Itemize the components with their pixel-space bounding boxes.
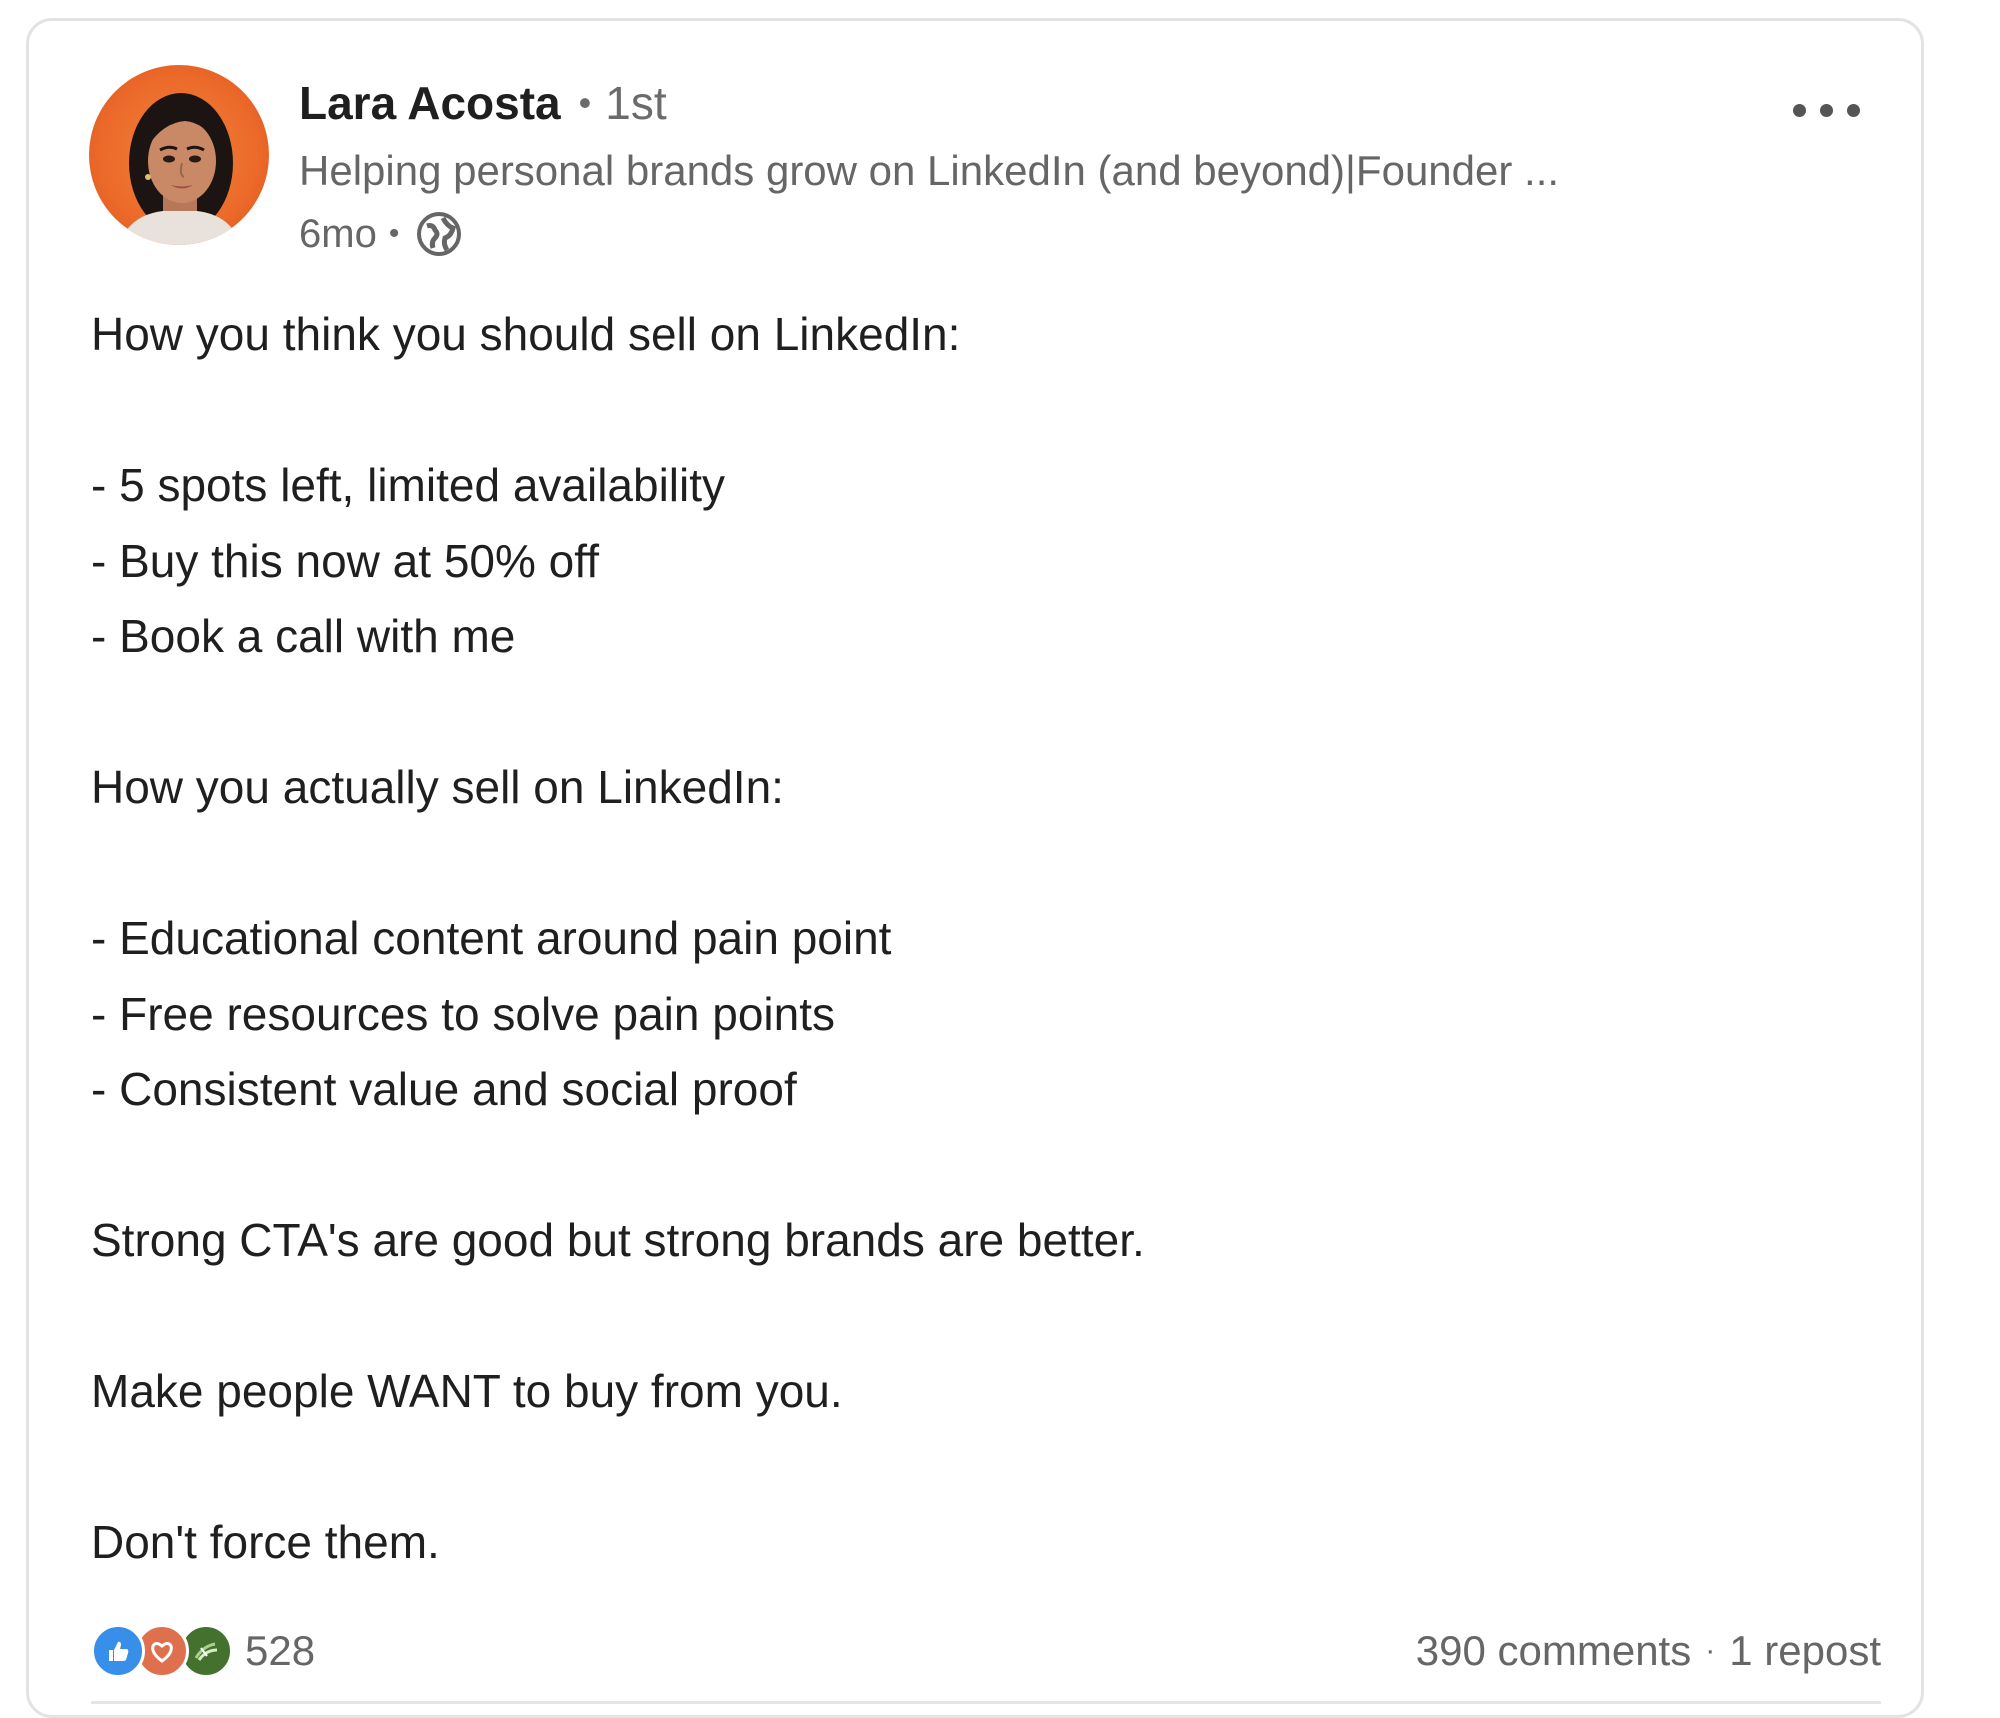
post-line: - Free resources to solve pain points <box>91 987 836 1040</box>
author-avatar[interactable] <box>89 65 269 245</box>
reposts-count-link[interactable]: 1 repost <box>1729 1627 1881 1675</box>
ellipsis-dot <box>1792 103 1806 117</box>
author-headline: Helping personal brands grow on LinkedIn… <box>299 147 1560 194</box>
like-icon <box>91 1624 145 1678</box>
post-line: - Educational content around pain point <box>91 912 892 964</box>
globe-icon <box>413 208 465 260</box>
social-counts: 528 390 comments · 1 repost <box>91 1619 1881 1683</box>
ellipsis-dot <box>1846 103 1860 117</box>
post-meta: 6mo • <box>299 205 465 263</box>
post-line: How you think you should sell on LinkedI… <box>91 308 961 360</box>
author-name-row: Lara Acosta • 1st <box>299 73 667 133</box>
ellipsis-dot <box>1819 103 1833 117</box>
reaction-count: 528 <box>245 1627 316 1674</box>
post-line: Don't force them. <box>91 1516 440 1568</box>
post-line: Strong CTA's are good but strong brands … <box>91 1214 1145 1266</box>
post-card: Lara Acosta • 1st Helping personal brand… <box>26 18 1924 1718</box>
post-time[interactable]: 6mo <box>299 212 377 257</box>
profile-photo <box>119 93 241 245</box>
name-separator: • <box>578 82 592 123</box>
ellipsis-icon[interactable] <box>1771 75 1881 145</box>
reactions-summary[interactable]: 528 <box>91 1624 315 1678</box>
author-name[interactable]: Lara Acosta <box>299 76 561 130</box>
post-line: Make people WANT to buy from you. <box>91 1365 843 1417</box>
post-line: How you actually sell on LinkedIn: <box>91 761 784 813</box>
comments-count-link[interactable]: 390 comments <box>1416 1627 1691 1675</box>
stats-separator: · <box>1705 1634 1716 1667</box>
post-text: How you think you should sell on LinkedI… <box>91 297 1851 1581</box>
post-line: - Buy this now at 50% off <box>91 534 599 587</box>
post-line: - Consistent value and social proof <box>91 1063 797 1115</box>
meta-separator: • <box>388 217 400 250</box>
post-line: - 5 spots left, limited availability <box>91 459 726 511</box>
post-line: - Book a call with me <box>91 610 516 662</box>
engagement-stats: 390 comments · 1 repost <box>1416 1627 1881 1675</box>
connection-degree: 1st <box>605 77 667 129</box>
divider <box>91 1701 1881 1704</box>
